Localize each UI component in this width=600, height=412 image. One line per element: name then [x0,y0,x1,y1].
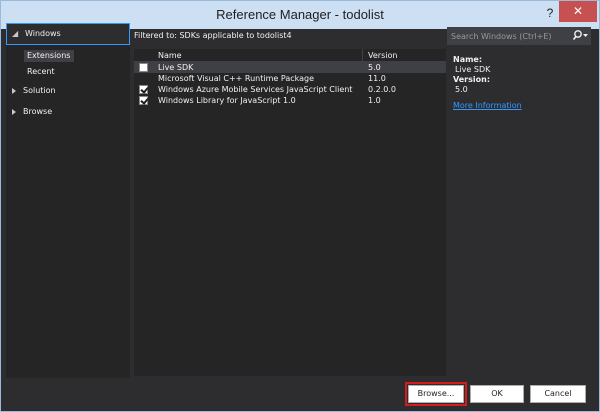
nav-item-browse-label: Browse [23,107,53,116]
column-header-name[interactable]: Name [158,51,182,60]
ok-button[interactable]: OK [470,385,524,403]
list-row[interactable]: Windows Library for JavaScript 1.0 1.0 [134,95,446,106]
browse-button[interactable]: Browse... [405,382,467,406]
collapsed-triangle-icon[interactable] [12,88,16,94]
list-header: Name Version [134,49,446,62]
details-version-value: 5.0 [455,85,468,94]
search-box[interactable] [447,27,591,45]
cancel-button[interactable]: Cancel [530,385,586,403]
collapsed-triangle-icon[interactable] [12,109,16,115]
row-name: Windows Library for JavaScript 1.0 [158,96,296,105]
details-name-label: Name: [453,55,483,64]
nav-item-recent[interactable]: Recent [27,67,55,76]
expanded-triangle-icon[interactable]: ◢ [12,29,18,38]
sdk-list: Name Version Live SDK 5.0 Microsoft Visu… [134,49,446,376]
row-version: 0.2.0.0 [368,85,396,94]
close-button[interactable]: ✕ [559,1,597,22]
row-checkbox[interactable] [139,96,148,105]
row-version: 5.0 [368,63,381,72]
row-name: Microsoft Visual C++ Runtime Package [158,74,315,83]
reference-manager-dialog: Reference Manager - todolist ? ✕ ◢ Windo… [0,0,600,412]
help-button[interactable]: ? [542,5,558,21]
details-name-value: Live SDK [455,65,491,74]
column-divider[interactable] [362,49,363,61]
nav-item-browse[interactable]: Browse [6,107,130,121]
row-name: Windows Azure Mobile Services JavaScript… [158,85,353,94]
window-title: Reference Manager - todolist [216,7,384,22]
row-name: Live SDK [158,63,194,72]
search-icon[interactable] [571,29,589,43]
row-checkbox[interactable] [139,85,148,94]
row-checkbox[interactable] [139,63,148,72]
nav-item-windows[interactable]: ◢ Windows [6,23,130,45]
nav-item-solution[interactable]: Solution [6,86,130,100]
close-icon: ✕ [572,4,584,18]
nav-item-extensions[interactable]: Extensions [24,50,74,62]
list-row[interactable]: Live SDK 5.0 [134,62,446,73]
row-version: 11.0 [368,74,386,83]
details-pane: Name: Live SDK Version: 5.0 More Informa… [453,55,593,111]
more-information-link[interactable]: More Information [453,101,593,111]
search-input[interactable] [451,27,571,45]
details-version-label: Version: [453,75,491,84]
nav-item-windows-label: Windows [25,29,61,38]
row-version: 1.0 [368,96,381,105]
list-row[interactable]: Windows Azure Mobile Services JavaScript… [134,84,446,95]
nav-item-solution-label: Solution [23,86,56,95]
filter-label: Filtered to: SDKs applicable to todolist… [134,31,292,40]
column-header-version[interactable]: Version [368,51,397,60]
category-tree: ◢ Windows Extensions Recent Solution Bro… [6,23,130,378]
list-row[interactable]: Microsoft Visual C++ Runtime Package 11.… [134,73,446,84]
